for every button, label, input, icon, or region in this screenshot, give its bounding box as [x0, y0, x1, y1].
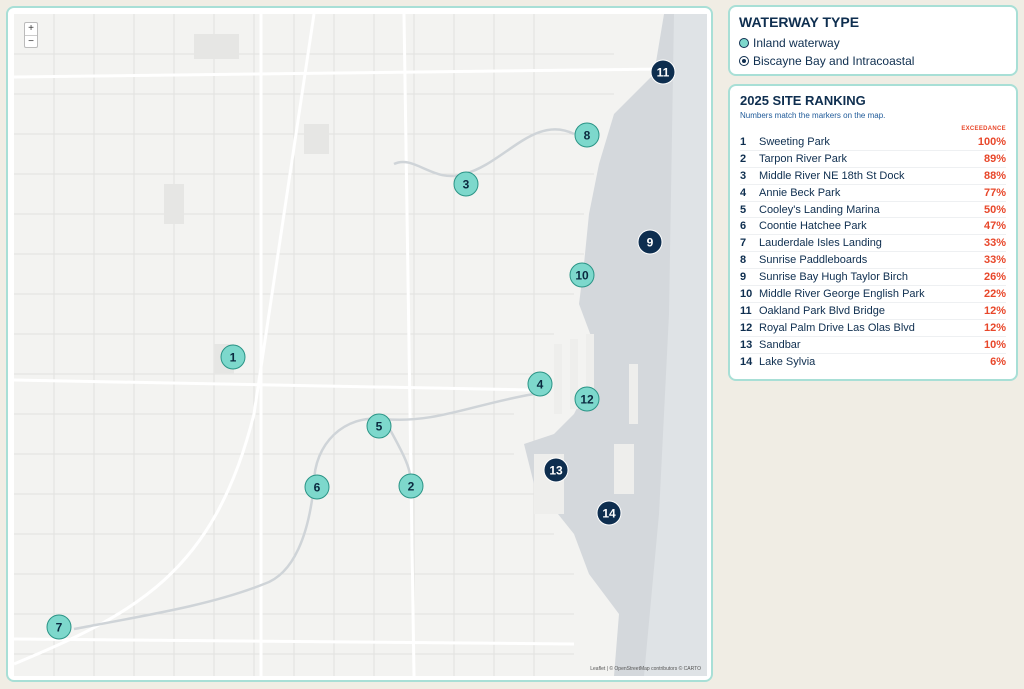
legend-item-inland: Inland waterway — [739, 34, 1007, 52]
ranking-row: 3 Middle River NE 18th St Dock 88% — [740, 168, 1006, 185]
site-marker-1[interactable]: 1 — [220, 344, 246, 370]
ranking-row: 8 Sunrise Paddleboards 33% — [740, 252, 1006, 270]
site-name: Lake Sylvia — [759, 356, 816, 369]
ranking-row: 7 Lauderdale Isles Landing 33% — [740, 235, 1006, 253]
map-canvas[interactable]: + − 1 2 3 4 5 6 7 8 9 10 11 12 13 14 Leaflet | © Open… — [14, 14, 707, 676]
site-marker-12[interactable]: 12 — [574, 386, 600, 412]
ranking-row: 14 Lake Sylvia 6% — [740, 354, 1006, 371]
site-name: Sunrise Bay Hugh Taylor Birch — [759, 271, 908, 284]
exceedance-value: 88% — [983, 169, 1006, 182]
site-name: Cooley's Landing Marina — [759, 203, 880, 216]
exceedance-value: 89% — [983, 152, 1006, 165]
site-marker-3[interactable]: 3 — [453, 171, 479, 197]
legend-item-bay: Biscayne Bay and Intracoastal — [739, 52, 1007, 70]
site-marker-4[interactable]: 4 — [527, 371, 553, 397]
zoom-out-button[interactable]: − — [25, 35, 37, 47]
exceedance-value: 22% — [983, 287, 1006, 300]
site-name: Tarpon River Park — [759, 152, 848, 165]
ranking-row: 11 Oakland Park Blvd Bridge 12% — [740, 303, 1006, 320]
site-name: Sunrise Paddleboards — [759, 254, 868, 267]
site-name: Coontie Hatchee Park — [759, 220, 867, 233]
site-marker-13[interactable]: 13 — [543, 457, 569, 483]
exceedance-value: 100% — [977, 135, 1006, 148]
site-name: Oakland Park Blvd Bridge — [759, 304, 885, 317]
exceedance-value: 33% — [983, 254, 1006, 267]
rank-number: 8 — [740, 254, 747, 267]
inland-dot-icon — [739, 38, 749, 48]
rank-number: 3 — [740, 169, 747, 182]
exceedance-value: 6% — [990, 356, 1006, 369]
basemap — [14, 14, 707, 676]
site-marker-14[interactable]: 14 — [596, 500, 622, 526]
ranking-row: 13 Sandbar 10% — [740, 337, 1006, 354]
legend-item-label: Biscayne Bay and Intracoastal — [753, 54, 915, 68]
ranking-row: 1 Sweeting Park 100% — [740, 134, 1006, 151]
rank-number: 11 — [740, 304, 752, 317]
ranking-title: 2025 SITE RANKING — [740, 93, 866, 108]
exceedance-value: 33% — [983, 237, 1006, 250]
exceedance-header: EXCEEDANCE — [961, 126, 1006, 132]
site-marker-9[interactable]: 9 — [637, 229, 663, 255]
legend-title: WATERWAY TYPE — [739, 14, 860, 30]
rank-number: 7 — [740, 237, 747, 250]
ranking-row: 5 Cooley's Landing Marina 50% — [740, 202, 1006, 219]
site-name: Annie Beck Park — [759, 186, 841, 199]
site-marker-11[interactable]: 11 — [650, 59, 676, 85]
rank-number: 10 — [740, 287, 753, 300]
site-marker-8[interactable]: 8 — [574, 122, 600, 148]
site-ranking-panel: 2025 SITE RANKING Numbers match the mark… — [728, 84, 1018, 381]
site-name: Middle River George English Park — [759, 287, 925, 300]
ranking-row: 10 Middle River George English Park 22% — [740, 286, 1006, 303]
ranking-row: 4 Annie Beck Park 77% — [740, 185, 1006, 202]
waterway-legend: WATERWAY TYPE Inland waterway Biscayne B… — [728, 5, 1018, 76]
rank-number: 4 — [740, 186, 747, 199]
exceedance-value: 77% — [983, 186, 1006, 199]
zoom-control: + − — [24, 22, 38, 48]
site-name: Middle River NE 18th St Dock — [759, 169, 905, 182]
ranking-row: 9 Sunrise Bay Hugh Taylor Birch 26% — [740, 269, 1006, 287]
bay-dot-icon — [739, 56, 749, 66]
site-name: Royal Palm Drive Las Olas Blvd — [759, 321, 915, 334]
exceedance-value: 10% — [983, 338, 1006, 351]
site-marker-6[interactable]: 6 — [304, 474, 330, 500]
rank-number: 2 — [740, 152, 747, 165]
rank-number: 12 — [740, 321, 753, 334]
legend-item-label: Inland waterway — [753, 36, 840, 50]
map-attribution[interactable]: Leaflet | © OpenStreetMap contributors ©… — [590, 666, 701, 672]
zoom-in-button[interactable]: + — [25, 23, 37, 35]
rank-number: 14 — [740, 356, 753, 369]
site-marker-2[interactable]: 2 — [398, 473, 424, 499]
exceedance-value: 50% — [983, 203, 1006, 216]
ranking-list: 1 Sweeting Park 100% 2 Tarpon River Park 89% 3… — [740, 134, 1006, 370]
site-name: Lauderdale Isles Landing — [759, 237, 882, 250]
exceedance-value: 12% — [983, 304, 1006, 317]
map-panel[interactable]: + − 1 2 3 4 5 6 7 8 9 10 11 12 13 14 Leaflet | © Open… — [6, 6, 713, 682]
ranking-row: 2 Tarpon River Park 89% — [740, 151, 1006, 168]
site-name: Sweeting Park — [759, 135, 830, 148]
site-name: Sandbar — [759, 338, 801, 351]
rank-number: 5 — [740, 203, 747, 216]
ranking-row: 12 Royal Palm Drive Las Olas Blvd 12% — [740, 320, 1006, 337]
ranking-row: 6 Coontie Hatchee Park 47% — [740, 218, 1006, 236]
rank-number: 13 — [740, 338, 753, 351]
ranking-subtitle: Numbers match the markers on the map. — [740, 111, 886, 120]
site-marker-7[interactable]: 7 — [46, 614, 72, 640]
site-marker-10[interactable]: 10 — [569, 262, 595, 288]
rank-number: 1 — [740, 135, 747, 148]
site-marker-5[interactable]: 5 — [366, 413, 392, 439]
exceedance-value: 12% — [983, 321, 1006, 334]
exceedance-value: 47% — [983, 220, 1006, 233]
rank-number: 6 — [740, 220, 747, 233]
exceedance-value: 26% — [983, 271, 1006, 284]
rank-number: 9 — [740, 271, 747, 284]
